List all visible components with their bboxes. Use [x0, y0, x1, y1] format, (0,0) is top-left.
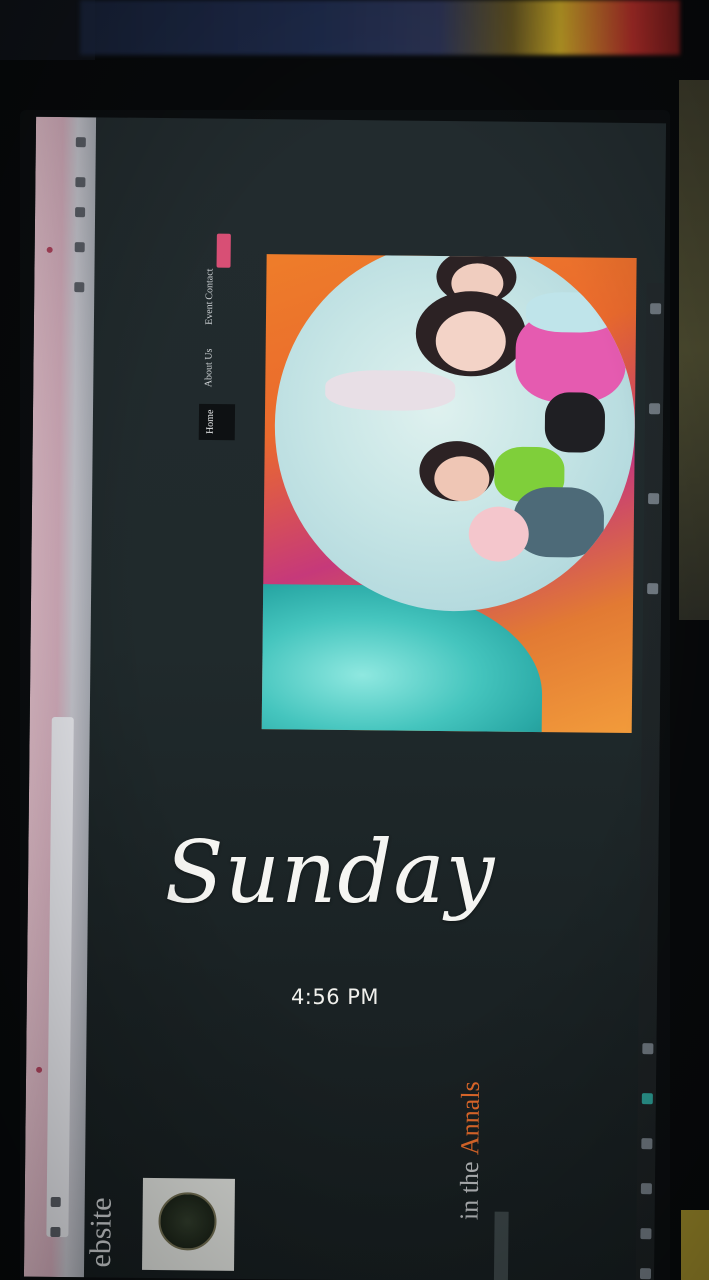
time-overlay: 4:56 PM	[290, 985, 380, 1009]
nav-home: Home	[198, 403, 236, 441]
photo-scene: Home About Us Event Contact ebsite in th…	[0, 0, 709, 1280]
taskbar-icon	[650, 303, 662, 315]
nav-contact: Contact	[204, 268, 216, 300]
nav-about: About Us	[203, 348, 215, 388]
taskbar-icon	[639, 1268, 652, 1280]
browser-chrome	[23, 116, 97, 1278]
taskbar-icon	[649, 403, 661, 415]
tab-icon	[75, 137, 86, 148]
site-heading: ebsite	[84, 1197, 118, 1268]
child-arm	[325, 369, 456, 412]
taskbar-icon	[641, 1138, 653, 1150]
nav-signup-button	[216, 233, 231, 268]
site-subheading: in the Annals	[455, 1081, 496, 1220]
site-subheading-prefix: in the	[454, 1154, 485, 1221]
site-logo	[142, 1177, 235, 1271]
site-logo-emblem	[158, 1192, 217, 1251]
room-background-right	[679, 80, 709, 620]
tab-dot	[46, 246, 53, 253]
child-shirt	[525, 291, 617, 333]
reload-icon	[50, 1226, 61, 1238]
child-face	[468, 506, 530, 562]
tab-icon	[75, 177, 86, 188]
site-subheading-accent: Annals	[455, 1081, 486, 1156]
child-face	[435, 310, 507, 372]
tab-icon	[74, 282, 85, 293]
hero-photo-circle	[272, 254, 637, 614]
taskbar-icon	[642, 1043, 654, 1055]
monitor-screen: Home About Us Event Contact ebsite in th…	[23, 116, 667, 1280]
day-overlay: Sunday	[164, 823, 496, 923]
room-background-corner	[681, 1210, 709, 1280]
child-pants	[544, 392, 606, 453]
taskbar-icon	[640, 1183, 652, 1195]
taskbar-icon	[648, 493, 660, 505]
child-shirt	[513, 486, 605, 558]
hero-teal-wave	[261, 583, 544, 734]
taskbar-icon	[641, 1093, 653, 1105]
site-nav: Home About Us Event Contact	[198, 174, 245, 474]
nav-back-icon	[50, 1196, 61, 1208]
taskbar-icon	[640, 1228, 652, 1240]
tab-icon	[75, 207, 86, 218]
tab-dot	[36, 1066, 43, 1073]
site-button	[493, 1211, 509, 1280]
taskbar-icon	[647, 583, 659, 595]
nav-event: Event	[203, 301, 216, 325]
child-face	[434, 455, 490, 502]
tab-icon	[74, 242, 85, 253]
room-background-top	[80, 0, 680, 55]
hero-image	[261, 254, 637, 734]
